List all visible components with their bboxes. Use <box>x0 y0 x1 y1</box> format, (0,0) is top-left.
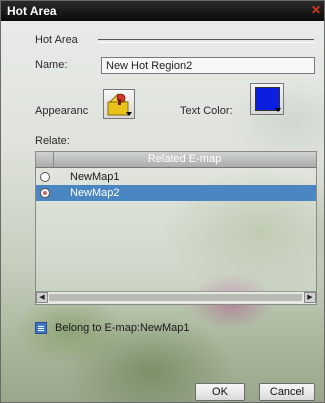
dropdown-arrow-icon <box>275 108 281 112</box>
text-color-button[interactable] <box>250 83 284 115</box>
horizontal-scrollbar[interactable]: ◀ ▶ <box>36 291 316 304</box>
text-color-label: Text Color: <box>180 105 233 117</box>
hot-area-section-label: Hot Area <box>35 34 78 46</box>
radio-button[interactable] <box>40 188 50 198</box>
belong-to-emap-text: Belong to E-map:NewMap1 <box>55 322 190 334</box>
table-header: Related E-map <box>36 152 316 168</box>
row-label: NewMap1 <box>70 171 120 183</box>
list-icon <box>35 322 47 334</box>
appearance-label: Appearanc <box>35 105 89 117</box>
dropdown-arrow-icon <box>126 112 132 116</box>
name-label: Name: <box>35 59 68 71</box>
cancel-button[interactable]: Cancel <box>259 383 315 401</box>
scroll-track[interactable] <box>49 294 302 301</box>
row-label: NewMap2 <box>70 187 120 199</box>
scroll-right-button[interactable]: ▶ <box>304 292 316 303</box>
window-title: Hot Area <box>7 4 57 18</box>
section-divider <box>98 39 314 43</box>
radio-button[interactable] <box>40 172 50 182</box>
title-bar: Hot Area ✕ <box>1 1 324 21</box>
table-row[interactable]: NewMap1 <box>36 169 316 185</box>
ok-button[interactable]: OK <box>195 383 245 401</box>
hot-area-dialog: Hot Area ✕ Hot Area Name: Appearanc Text… <box>0 0 325 403</box>
scroll-left-button[interactable]: ◀ <box>36 292 48 303</box>
close-icon[interactable]: ✕ <box>310 3 322 17</box>
appearance-button[interactable] <box>103 89 135 119</box>
column-header-related-emap: Related E-map <box>147 153 222 165</box>
name-field[interactable] <box>101 57 315 74</box>
related-emap-table: Related E-map NewMap1 NewMap2 ◀ ▶ <box>35 151 317 305</box>
relate-label: Relate: <box>35 135 70 147</box>
radio-dot-icon <box>43 191 47 195</box>
table-row-selected[interactable]: NewMap2 <box>36 185 316 201</box>
header-select-column <box>36 152 54 167</box>
